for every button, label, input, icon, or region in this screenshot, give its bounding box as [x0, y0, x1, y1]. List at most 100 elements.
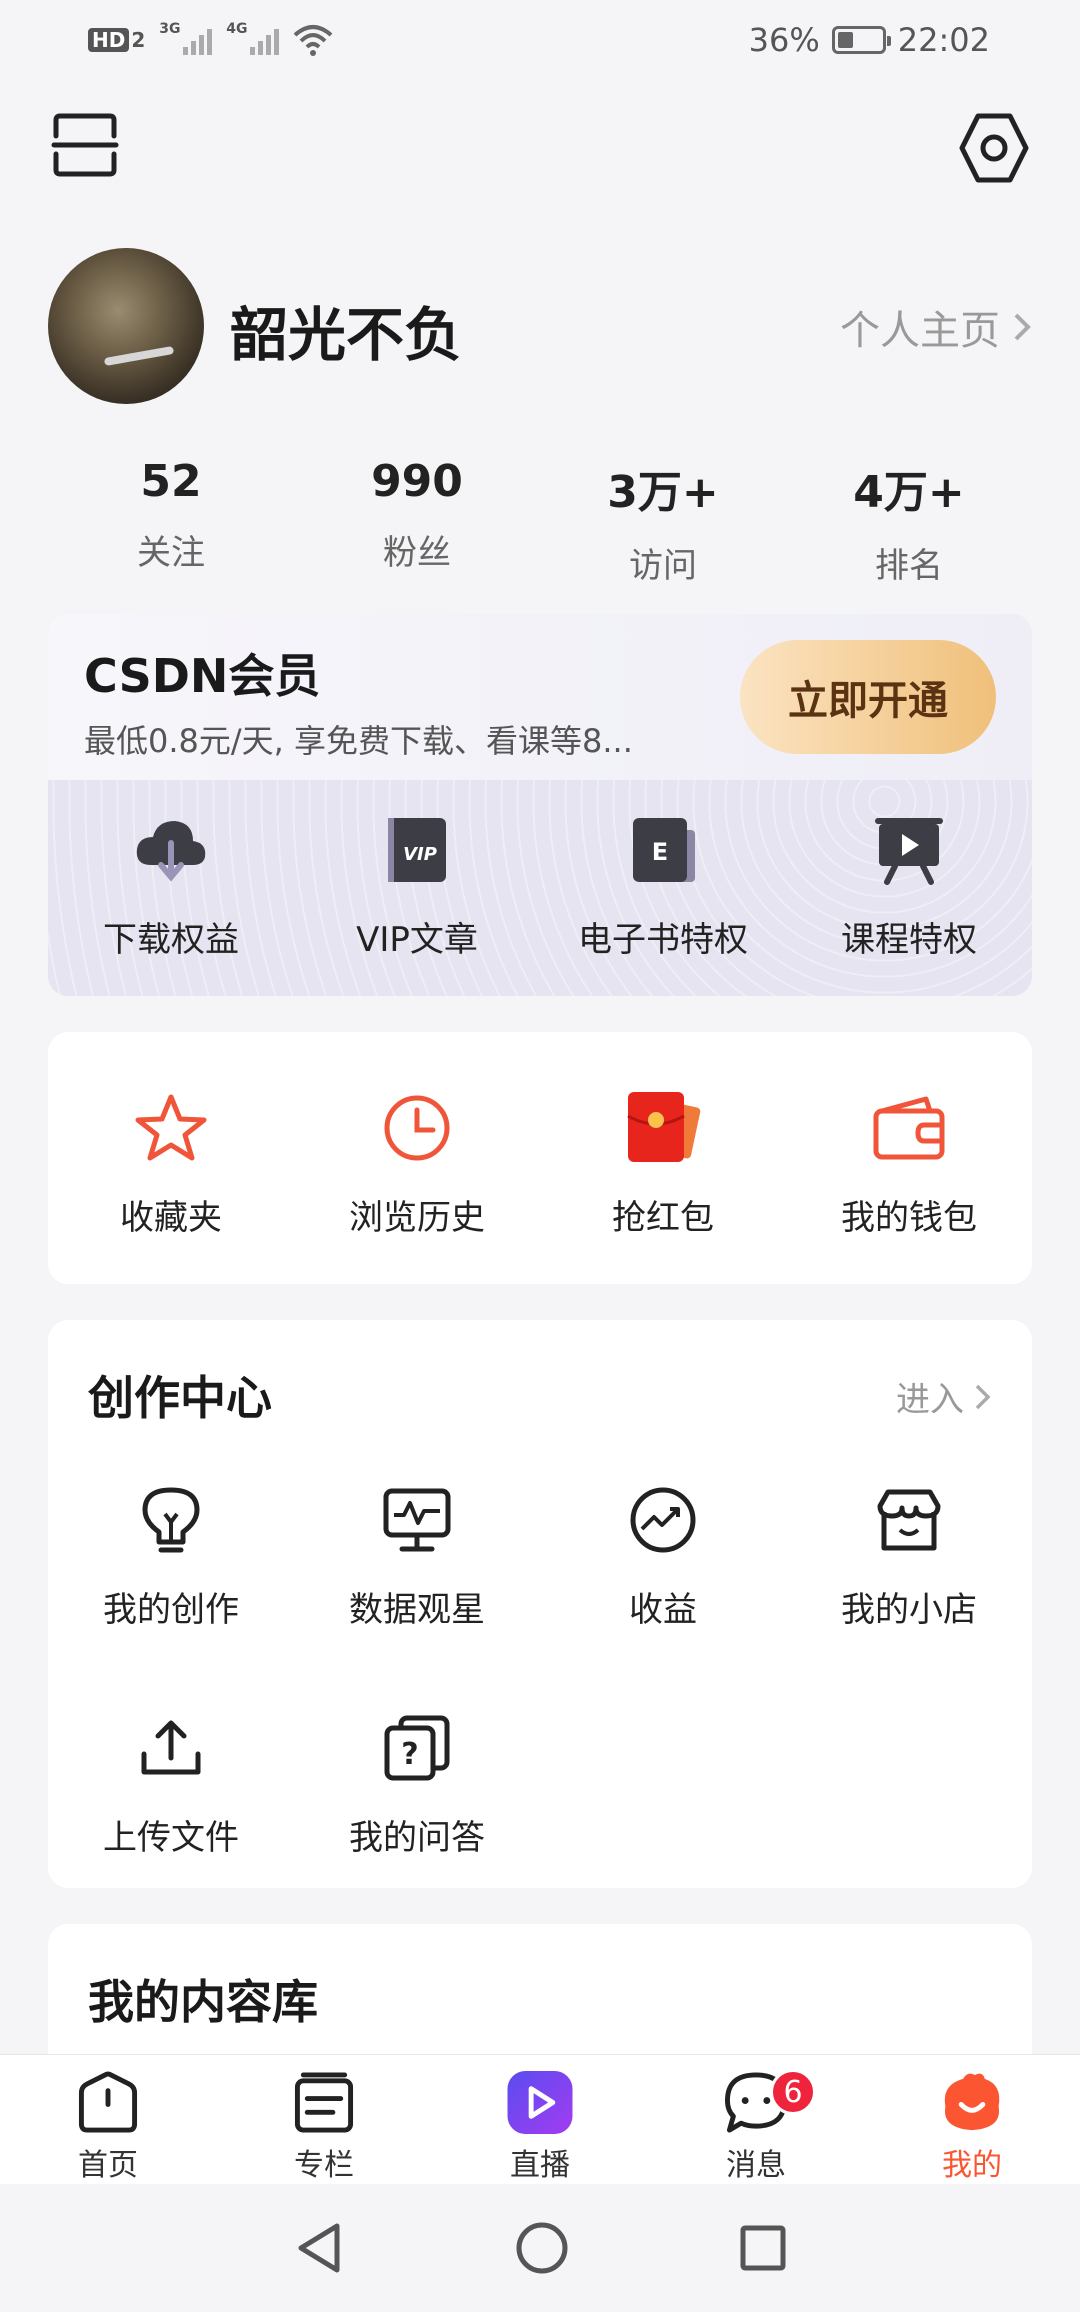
- hd-sub: 2: [131, 28, 146, 52]
- my-creation-item[interactable]: 我的创作: [48, 1480, 294, 1631]
- svg-text:VIP: VIP: [403, 844, 437, 865]
- stat-label: 关注: [137, 533, 205, 573]
- data-insight-item[interactable]: 数据观星: [294, 1480, 540, 1631]
- tab-label: 我的: [942, 2148, 1002, 2183]
- homepage-link[interactable]: 个人主页: [840, 298, 1032, 356]
- stat-label: 粉丝: [383, 533, 451, 573]
- favorites-item[interactable]: 收藏夹: [48, 1088, 294, 1239]
- perk-label: VIP文章: [356, 920, 478, 960]
- vip-article-icon: VIP: [377, 810, 457, 890]
- perk-ebook[interactable]: E 电子书特权: [540, 810, 786, 961]
- stat-label: 排名: [875, 546, 943, 586]
- top-bar: [0, 110, 1080, 190]
- stat-value: 990: [371, 456, 463, 507]
- battery-percent: 36%: [748, 21, 820, 59]
- scan-icon[interactable]: [50, 110, 120, 180]
- quick-label: 抢红包: [612, 1198, 714, 1238]
- tab-me[interactable]: 我的: [864, 2055, 1080, 2184]
- stat-fans[interactable]: 990 粉丝: [294, 456, 540, 587]
- tab-label: 消息: [726, 2148, 786, 2183]
- earnings-item[interactable]: 收益: [540, 1480, 786, 1631]
- perk-label: 电子书特权: [578, 920, 748, 960]
- quick-label: 浏览历史: [349, 1198, 485, 1238]
- creator-label: 我的问答: [349, 1818, 485, 1858]
- svg-text:E: E: [652, 838, 668, 866]
- upload-file-item[interactable]: 上传文件: [48, 1708, 294, 1859]
- stat-rank[interactable]: 4万+ 排名: [786, 456, 1032, 587]
- my-qa-item[interactable]: ? 我的问答: [294, 1708, 540, 1859]
- vip-perks: 下载权益 VIP VIP文章 E 电子书特权 课程特权: [48, 780, 1032, 996]
- vip-card: CSDN会员 最低0.8元/天, 享免费下载、看课等8... 立即开通 下载权益: [48, 614, 1032, 996]
- bottom-tab-bar: 首页 专栏 直播 6 消息 我的: [0, 2054, 1080, 2184]
- perk-course[interactable]: 课程特权: [786, 810, 1032, 961]
- back-icon[interactable]: [293, 2220, 345, 2276]
- vip-header[interactable]: CSDN会员 最低0.8元/天, 享免费下载、看课等8... 立即开通: [48, 614, 1032, 780]
- perk-label: 课程特权: [841, 920, 977, 960]
- hd-indicator: HD 2: [88, 28, 145, 52]
- my-shop-item[interactable]: 我的小店: [786, 1480, 1032, 1631]
- stat-visits[interactable]: 3万+ 访问: [540, 456, 786, 587]
- vip-desc: 最低0.8元/天, 享免费下载、看课等8...: [84, 722, 633, 760]
- vip-open-button[interactable]: 立即开通: [740, 640, 996, 754]
- perk-download[interactable]: 下载权益: [48, 810, 294, 961]
- stat-value: 4万+: [853, 467, 965, 518]
- signal-3g-icon: 3G: [159, 21, 213, 55]
- stat-value: 3万+: [607, 467, 719, 518]
- perk-vip-article[interactable]: VIP VIP文章: [294, 810, 540, 961]
- earnings-icon: [623, 1480, 703, 1560]
- tab-column[interactable]: 专栏: [216, 2055, 432, 2184]
- signal1-label: 3G: [159, 21, 181, 37]
- tab-live[interactable]: 直播: [432, 2055, 648, 2184]
- monitor-chart-icon: [377, 1480, 457, 1560]
- stat-following[interactable]: 52 关注: [48, 456, 294, 587]
- settings-icon[interactable]: [956, 110, 1032, 186]
- qa-icon: ?: [377, 1708, 457, 1788]
- star-icon: [131, 1088, 211, 1168]
- vip-title: CSDN会员: [84, 649, 321, 703]
- course-icon: [869, 810, 949, 890]
- signal-4g-icon: 4G: [226, 21, 280, 55]
- creator-enter-link[interactable]: 进入: [896, 1372, 992, 1421]
- wallet-item[interactable]: 我的钱包: [786, 1088, 1032, 1239]
- tab-label: 直播: [510, 2148, 570, 2183]
- avatar[interactable]: [48, 248, 204, 404]
- column-icon: [294, 2072, 354, 2133]
- chevron-right-icon: [1014, 313, 1031, 341]
- red-packet-item[interactable]: 抢红包: [540, 1088, 786, 1239]
- shop-icon: [869, 1480, 949, 1560]
- status-right: 36% 22:02: [749, 21, 990, 59]
- clock: 22:02: [897, 21, 990, 59]
- quick-actions-card: 收藏夹 浏览历史 抢红包 我的钱包: [48, 1032, 1032, 1284]
- quick-label: 我的钱包: [841, 1198, 977, 1238]
- message-badge: 6: [770, 2069, 816, 2115]
- perk-label: 下载权益: [103, 920, 239, 960]
- clock-icon: [377, 1088, 457, 1168]
- battery-fill: [837, 32, 853, 48]
- home-circle-icon[interactable]: [515, 2221, 569, 2275]
- battery-icon: [831, 26, 891, 54]
- enter-label: 进入: [896, 1380, 964, 1420]
- stats-row: 52 关注 990 粉丝 3万+ 访问 4万+ 排名: [48, 456, 1032, 587]
- history-item[interactable]: 浏览历史: [294, 1088, 540, 1239]
- system-nav-bar: [0, 2184, 1080, 2312]
- tab-label: 首页: [78, 2148, 138, 2183]
- quick-label: 收藏夹: [120, 1198, 222, 1238]
- library-title: 我的内容库: [88, 1975, 318, 2029]
- creator-center-card: 创作中心 进入 我的创作 数据观星 收益 我的小店 上传文件 ? 我的问答: [48, 1320, 1032, 1888]
- wifi-icon: [293, 25, 333, 56]
- creator-label: 我的小店: [841, 1590, 977, 1630]
- ebook-icon: E: [623, 810, 703, 890]
- svg-text:?: ?: [401, 1737, 418, 1772]
- stat-value: 52: [140, 456, 202, 507]
- wallet-icon: [869, 1088, 949, 1168]
- me-mascot-icon: [944, 2073, 1000, 2131]
- lightbulb-icon: [131, 1480, 211, 1560]
- recents-square-icon[interactable]: [739, 2224, 787, 2272]
- red-packet-icon: [623, 1088, 703, 1168]
- tab-home[interactable]: 首页: [0, 2055, 216, 2184]
- username[interactable]: 韶光不负: [230, 288, 462, 372]
- upload-icon: [131, 1708, 211, 1788]
- status-bar: HD 2 3G 4G 36% 22:02: [0, 0, 1080, 80]
- home-icon: [78, 2071, 138, 2133]
- tab-messages[interactable]: 6 消息: [648, 2055, 864, 2184]
